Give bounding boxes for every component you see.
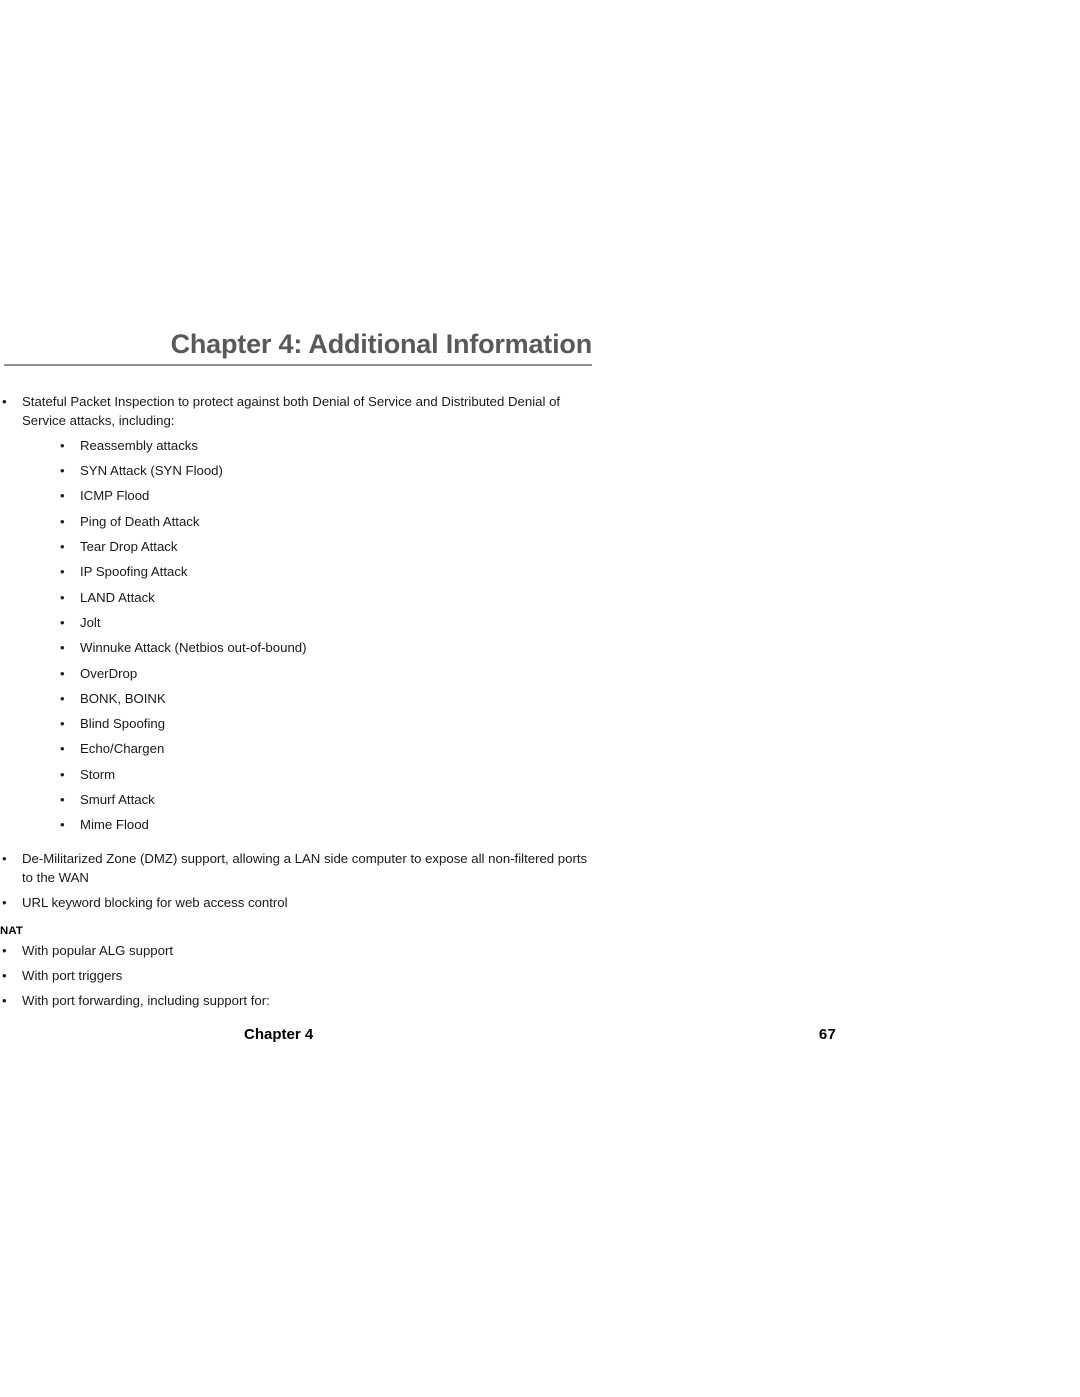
- list-item-label: Reassembly attacks: [80, 437, 198, 453]
- list-item: • With port triggers: [0, 967, 592, 986]
- list-item: • Jolt: [58, 614, 592, 639]
- list-item: • With popular ALG support: [0, 942, 592, 961]
- list-item: • Smurf Attack: [58, 791, 592, 816]
- list-item-label: Storm: [80, 766, 116, 782]
- list-item-label: BONK, BOINK: [80, 690, 166, 706]
- bullet-icon: •: [60, 564, 65, 580]
- footer-page-number: 67: [818, 1026, 836, 1043]
- bullet-icon: •: [2, 943, 7, 959]
- list-item-label: URL keyword blocking for web access cont…: [22, 894, 288, 910]
- list-item-label: LAND Attack: [80, 589, 155, 605]
- bullet-icon: •: [2, 894, 7, 910]
- list-item: • BONK, BOINK: [58, 690, 592, 715]
- document-page: Chapter 4: Additional Information • Stat…: [0, 0, 1080, 1397]
- list-item-label: With popular ALG support: [22, 943, 174, 959]
- bullet-icon: •: [60, 640, 65, 656]
- chapter-header: Chapter 4: Additional Information: [4, 329, 593, 367]
- list-item-label: With port triggers: [22, 968, 123, 984]
- bullet-icon: •: [60, 741, 65, 757]
- bullet-icon: •: [60, 690, 65, 706]
- bullet-icon: •: [2, 851, 7, 867]
- list-item-label: Ping of Death Attack: [80, 513, 200, 529]
- bullet-icon: •: [60, 716, 65, 732]
- list-item-label: Tear Drop Attack: [80, 539, 178, 555]
- bullet-icon: •: [2, 394, 7, 409]
- list-item-label: Smurf Attack: [80, 792, 155, 808]
- list-item: • Echo/Chargen: [58, 740, 592, 765]
- bullet-icon: •: [60, 488, 65, 504]
- list-item: • Winnuke Attack (Netbios out-of-bound): [58, 639, 592, 664]
- bullet-icon: •: [60, 817, 65, 833]
- bullet-icon: •: [60, 614, 65, 630]
- nat-list: • With popular ALG support • With port t…: [0, 942, 592, 1011]
- attack-list: • Reassembly attacks • SYN Attack (SYN F…: [22, 437, 592, 842]
- bullet-icon: •: [60, 589, 65, 605]
- bullet-icon: •: [60, 766, 65, 782]
- bullet-icon: •: [60, 463, 65, 479]
- list-item-label: Stateful Packet Inspection to protect ag…: [22, 394, 561, 428]
- list-item-label: Winnuke Attack (Netbios out-of-bound): [80, 640, 307, 656]
- feature-list: • Stateful Packet Inspection to protect …: [0, 393, 592, 912]
- body-content: • Stateful Packet Inspection to protect …: [0, 393, 592, 1017]
- page-title: Chapter 4: Additional Information: [170, 329, 593, 359]
- bullet-icon: •: [60, 513, 65, 529]
- list-item-label: Jolt: [80, 614, 101, 630]
- list-item: • Reassembly attacks: [58, 437, 592, 462]
- footer-chapter-label: Chapter 4: [244, 1026, 314, 1043]
- bullet-icon: •: [60, 792, 65, 808]
- bullet-icon: •: [2, 968, 7, 984]
- list-item: • Tear Drop Attack: [58, 538, 592, 563]
- bullet-icon: •: [60, 665, 65, 681]
- list-item-label: Mime Flood: [80, 817, 149, 833]
- list-item: • IP Spoofing Attack: [58, 563, 592, 588]
- list-item: • ICMP Flood: [58, 487, 592, 512]
- list-item-label: ICMP Flood: [80, 488, 150, 504]
- list-item-label: Echo/Chargen: [80, 741, 165, 757]
- list-item: • Blind Spoofing: [58, 715, 592, 740]
- page-footer: Chapter 4 67: [244, 1026, 836, 1043]
- list-item: • LAND Attack: [58, 589, 592, 614]
- section-heading-nat: NAT: [0, 924, 24, 937]
- list-item-label: SYN Attack (SYN Flood): [80, 463, 223, 479]
- list-item-label: De-Militarized Zone (DMZ) support, allow…: [22, 851, 588, 885]
- attack-sublist-wrapper: • Reassembly attacks • SYN Attack (SYN F…: [22, 437, 592, 842]
- bullet-icon: •: [60, 539, 65, 555]
- list-item-stateful-packet-inspection: • Stateful Packet Inspection to protect …: [0, 393, 592, 842]
- header-rule: [4, 364, 592, 367]
- list-item-dmz-support: • De-Militarized Zone (DMZ) support, all…: [0, 850, 592, 887]
- list-item-label: OverDrop: [80, 665, 138, 681]
- list-item: • SYN Attack (SYN Flood): [58, 462, 592, 487]
- list-item-label: Blind Spoofing: [80, 716, 166, 732]
- list-item: • Mime Flood: [58, 816, 592, 841]
- list-item-label: With port forwarding, including support …: [22, 993, 270, 1009]
- list-item: • With port forwarding, including suppor…: [0, 992, 592, 1011]
- list-item: • Storm: [58, 766, 592, 791]
- list-item: • Ping of Death Attack: [58, 513, 592, 538]
- bullet-icon: •: [60, 437, 65, 453]
- list-item: • OverDrop: [58, 665, 592, 690]
- list-item-url-keyword-blocking: • URL keyword blocking for web access co…: [0, 894, 592, 913]
- bullet-icon: •: [2, 993, 7, 1009]
- list-item-label: IP Spoofing Attack: [80, 564, 188, 580]
